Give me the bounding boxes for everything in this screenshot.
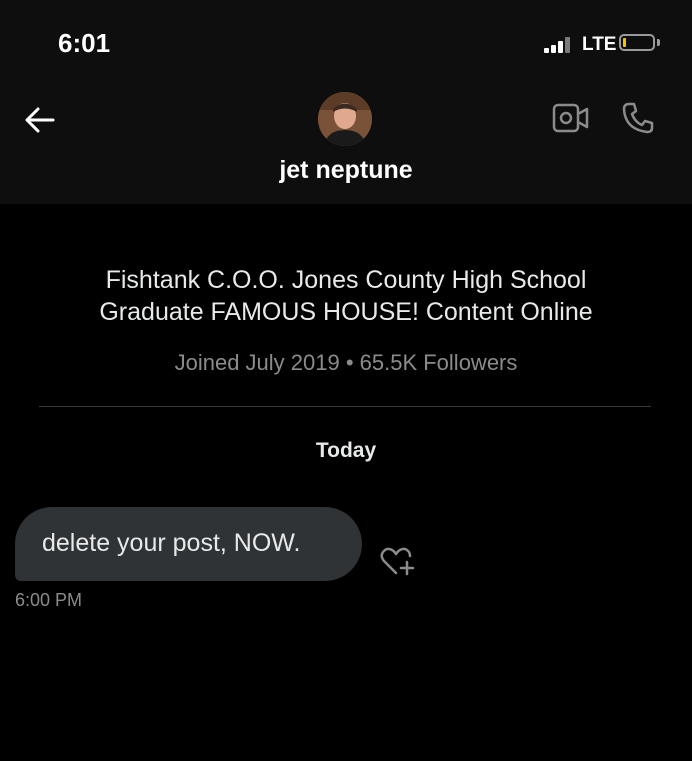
voice-call-button[interactable] [620,100,656,136]
profile-meta: Joined July 2019 • 65.5K Followers [174,350,518,375]
phone-icon [622,102,654,134]
bio-line: Fishtank C.O.O. Jones County High School [105,266,587,294]
message-bubble[interactable]: delete your post, NOW. [15,507,362,581]
conversation-header: 6:01 LTE jet neptune [0,0,692,204]
divider [39,406,651,407]
arrow-left-icon [25,107,55,133]
battery-level [623,38,626,47]
contact-name[interactable]: jet neptune [0,156,692,185]
status-time: 6:01 [58,28,111,58]
battery-icon [619,34,655,51]
add-reaction-button[interactable] [380,545,416,577]
avatar-image [318,92,372,146]
signal-strength-icon [544,37,574,53]
message-timestamp: 6:00 PM [15,590,83,610]
avatar[interactable] [318,92,372,146]
profile-bio: Fishtank C.O.O. Jones County High School… [0,264,692,328]
carrier-label: LTE [582,34,617,55]
heart-plus-icon [380,547,415,576]
video-call-button[interactable] [552,102,590,134]
bio-line: Graduate FAMOUS HOUSE! Content Online [99,298,593,326]
battery-cap [657,39,660,46]
day-separator: Today [315,439,377,462]
back-button[interactable] [22,102,58,138]
video-camera-icon [552,103,589,133]
